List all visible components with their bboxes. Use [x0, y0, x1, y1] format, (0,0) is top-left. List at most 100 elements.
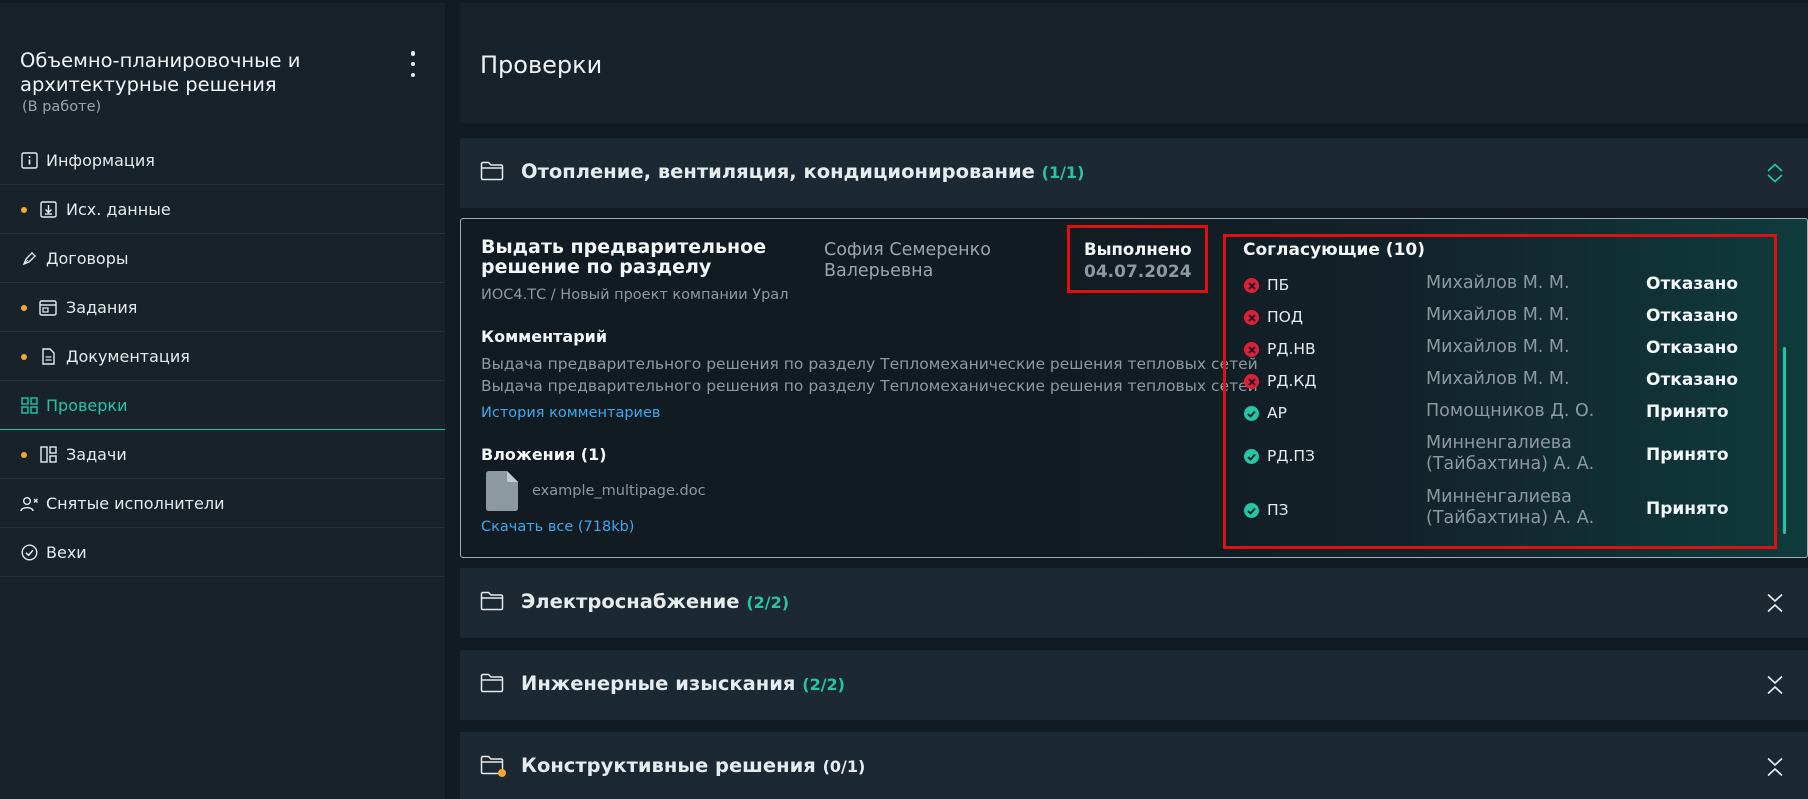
section-count: (2/2): [746, 593, 790, 612]
rejected-icon: [1244, 342, 1259, 357]
approver-code: ПЗ: [1267, 501, 1289, 519]
status-badge: Выполнено: [1084, 240, 1192, 259]
approver-name: Михайлов М. М.: [1426, 369, 1570, 389]
task-path: ИОС4.ТС / Новый проект компании Урал: [481, 287, 789, 303]
section-count: (2/2): [802, 675, 845, 694]
comment-text: Выдача предварительного решения по разде…: [481, 377, 1258, 395]
page-header: Проверки: [460, 3, 1808, 123]
sidebar-item-documentation[interactable]: Документация: [0, 333, 445, 381]
section-count: (0/1): [822, 757, 866, 776]
expand-icon[interactable]: [1766, 757, 1784, 781]
pen-icon: [20, 250, 38, 268]
sidebar-item-tasks[interactable]: Задачи: [0, 431, 445, 479]
sidebar-item-milestones[interactable]: Вехи: [0, 529, 445, 577]
window-icon: [39, 299, 57, 317]
sidebar-item-label: Документация: [66, 347, 190, 366]
attachment-file-name[interactable]: example_multipage.doc: [532, 483, 706, 499]
approver-result: Отказано: [1646, 338, 1739, 358]
section-title: Инженерные изыскания (2/2): [521, 672, 845, 695]
comment-history-link[interactable]: История комментариев: [481, 405, 660, 421]
approver-result: Принято: [1646, 445, 1729, 465]
accepted-icon: [1244, 503, 1259, 518]
grid-icon: [20, 397, 38, 415]
task-assignee: София Семеренко Валерьевна: [824, 240, 991, 281]
project-status: (В работе): [22, 99, 102, 115]
sidebar-item-info[interactable]: Информация: [0, 137, 445, 185]
sidebar-item-label: Исх. данные: [66, 200, 171, 219]
user-remove-icon: [20, 495, 38, 513]
sidebar-item-label: Вехи: [46, 543, 87, 562]
document-icon: [39, 348, 57, 366]
status-highlight: Выполнено 04.07.2024: [1067, 225, 1208, 293]
approver-result: Отказано: [1646, 370, 1739, 390]
sidebar-item-label: Задачи: [66, 445, 127, 464]
sidebar-item-assignments[interactable]: Задания: [0, 284, 445, 332]
folder-icon: [480, 673, 504, 697]
approver-name: Михайлов М. М.: [1426, 305, 1570, 325]
approver-code: ПОД: [1267, 308, 1303, 326]
collapse-icon[interactable]: [1766, 163, 1784, 187]
notification-dot: [21, 304, 27, 311]
comment-heading: Комментарий: [481, 327, 608, 346]
section-power-supply[interactable]: Электроснабжение (2/2): [460, 568, 1808, 638]
sidebar: Объемно-планировочные и архитектурные ре…: [0, 3, 445, 799]
approvers-scrollbar[interactable]: [1783, 347, 1786, 534]
page-title: Проверки: [480, 51, 603, 79]
expand-icon[interactable]: [1766, 593, 1784, 617]
check-circle-icon: [20, 544, 38, 562]
approver-name: Минненгалиева (Тайбахтина) А. А.: [1426, 487, 1595, 528]
approver-result: Принято: [1646, 402, 1729, 422]
sidebar-item-label: Информация: [46, 151, 155, 170]
approver-name: Помощников Д. О.: [1426, 401, 1595, 421]
sidebar-item-label: Договоры: [46, 249, 129, 268]
sidebar-item-checks[interactable]: Проверки: [0, 382, 445, 430]
download-box-icon: [39, 201, 57, 219]
approver-code: АР: [1267, 404, 1287, 422]
rejected-icon: [1244, 374, 1259, 389]
section-hvac[interactable]: Отопление, вентиляция, кондиционирование…: [460, 138, 1808, 208]
approver-code: РД.НВ: [1267, 340, 1316, 358]
project-title: Объемно-планировочные и архитектурные ре…: [20, 49, 301, 96]
more-menu-icon[interactable]: [405, 51, 421, 77]
file-icon[interactable]: [486, 471, 518, 515]
approver-code: РД.КД: [1267, 372, 1317, 390]
approver-code: РД.ПЗ: [1267, 447, 1315, 465]
section-title: Конструктивные решения (0/1): [521, 754, 866, 777]
download-all-link[interactable]: Скачать все (718kb): [481, 519, 634, 535]
notification-dot: [21, 451, 27, 458]
comment-text: Выдача предварительного решения по разде…: [481, 355, 1258, 373]
notification-dot: [21, 206, 27, 213]
accepted-icon: [1244, 449, 1259, 464]
sidebar-item-label: Задания: [66, 298, 138, 317]
folder-icon: [480, 755, 508, 783]
status-date: 04.07.2024: [1084, 262, 1192, 282]
task-title[interactable]: Выдать предварительное решение по раздел…: [481, 237, 781, 277]
section-structural-solutions[interactable]: Конструктивные решения (0/1): [460, 732, 1808, 799]
expand-icon[interactable]: [1766, 675, 1784, 699]
sidebar-item-source-data[interactable]: Исх. данные: [0, 186, 445, 234]
folder-icon: [480, 591, 504, 615]
task-card: Выдать предварительное решение по раздел…: [460, 218, 1808, 558]
approver-result: Принято: [1646, 499, 1729, 519]
rejected-icon: [1244, 278, 1259, 293]
approver-result: Отказано: [1646, 274, 1739, 294]
folder-icon: [480, 161, 504, 185]
section-engineering-surveys[interactable]: Инженерные изыскания (2/2): [460, 650, 1808, 720]
section-title: Электроснабжение (2/2): [521, 590, 790, 613]
approvers-heading: Согласующие (10): [1243, 240, 1425, 260]
rejected-icon: [1244, 310, 1259, 325]
sidebar-item-label: Проверки: [46, 396, 128, 415]
notification-dot: [21, 353, 27, 360]
layout-icon: [39, 446, 57, 464]
accepted-icon: [1244, 406, 1259, 421]
approver-result: Отказано: [1646, 306, 1739, 326]
attachments-heading: Вложения (1): [481, 445, 607, 464]
section-count: (1/1): [1041, 163, 1085, 182]
approvers-panel: Согласующие (10) ПБ Михайлов М. М. Отказ…: [1223, 234, 1777, 549]
approver-code: ПБ: [1267, 276, 1290, 294]
sidebar-item-contracts[interactable]: Договоры: [0, 235, 445, 283]
sidebar-item-removed-executors[interactable]: Снятые исполнители: [0, 480, 445, 528]
info-icon: [20, 152, 38, 170]
section-title: Отопление, вентиляция, кондиционирование…: [521, 160, 1085, 183]
approver-name: Минненгалиева (Тайбахтина) А. А.: [1426, 433, 1595, 474]
